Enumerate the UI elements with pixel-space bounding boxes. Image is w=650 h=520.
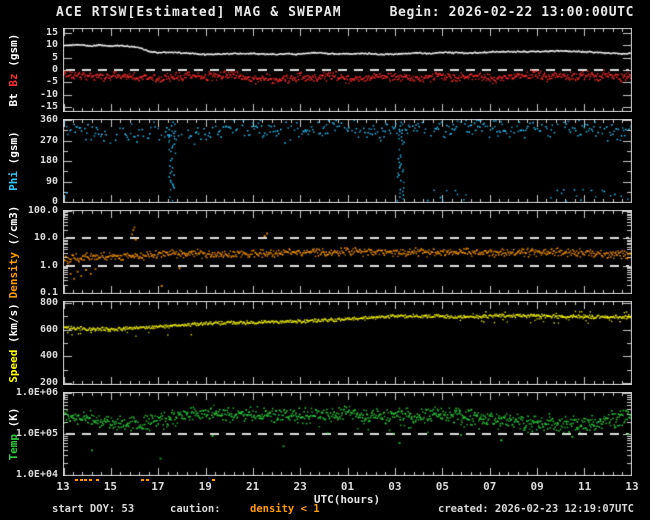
panel-canvas-density [63,210,632,294]
x-tick-label: 13 [56,480,70,493]
x-tick-label: 23 [293,480,307,493]
x-tick-label: 19 [198,480,212,493]
caution-density-mark [74,479,78,481]
x-tick-label: 13 [625,480,639,493]
panel-canvas-phi [63,119,632,203]
ace-rtsw-plot-page: { "header": { "title": "ACE RTSW[Estimat… [0,0,650,520]
x-tick-label: 15 [103,480,118,493]
x-tick-label: 03 [388,480,402,493]
caution-density-mark [145,479,149,481]
panel-canvas-temp [63,392,632,476]
y-axis-label-part: Temp [7,434,20,461]
y-axis-label-part: (km/s) [7,303,20,350]
caution-density-mark [96,479,100,481]
caution-density-mark [212,479,216,481]
panel-canvas-speed [63,301,632,385]
x-tick-label: 01 [340,480,355,493]
x-tick-label: 05 [435,480,449,493]
begin-timestamp: Begin: 2026-02-22 13:00:00UTC [389,5,634,20]
panel-canvas-mag-bt-bz [63,28,632,112]
x-tick-label: 09 [530,480,544,493]
y-axis-label-part: (gsm) [7,131,20,171]
caution-density-mark [84,479,88,481]
caution-density-mark [79,479,83,481]
y-axis-label-temp: Temp (K) [7,369,21,499]
x-tick-label: 21 [246,480,260,493]
created-timestamp: created: 2026-02-23 12:19:07UTC [438,503,634,515]
x-tick-label: 11 [577,480,592,493]
y-axis-label-part: (K) [7,407,20,434]
caution-density-mark [89,479,93,481]
chart-title: ACE RTSW[Estimated] MAG & SWEPAM [56,5,342,20]
caution-value: density < 1 [250,503,320,515]
x-axis-label: UTC(hours) [313,493,381,506]
start-doy-label: start DOY: 53 [52,503,135,515]
y-axis-label-part: (gsm) [7,33,20,74]
x-tick-label: 07 [483,480,497,493]
caution-density-mark [141,479,145,481]
caution-label: caution: [170,503,221,515]
x-tick-label: 17 [151,480,165,493]
y-axis-label-part: Bz [7,73,20,87]
y-axis-label-part: (/cm3) [7,205,20,252]
